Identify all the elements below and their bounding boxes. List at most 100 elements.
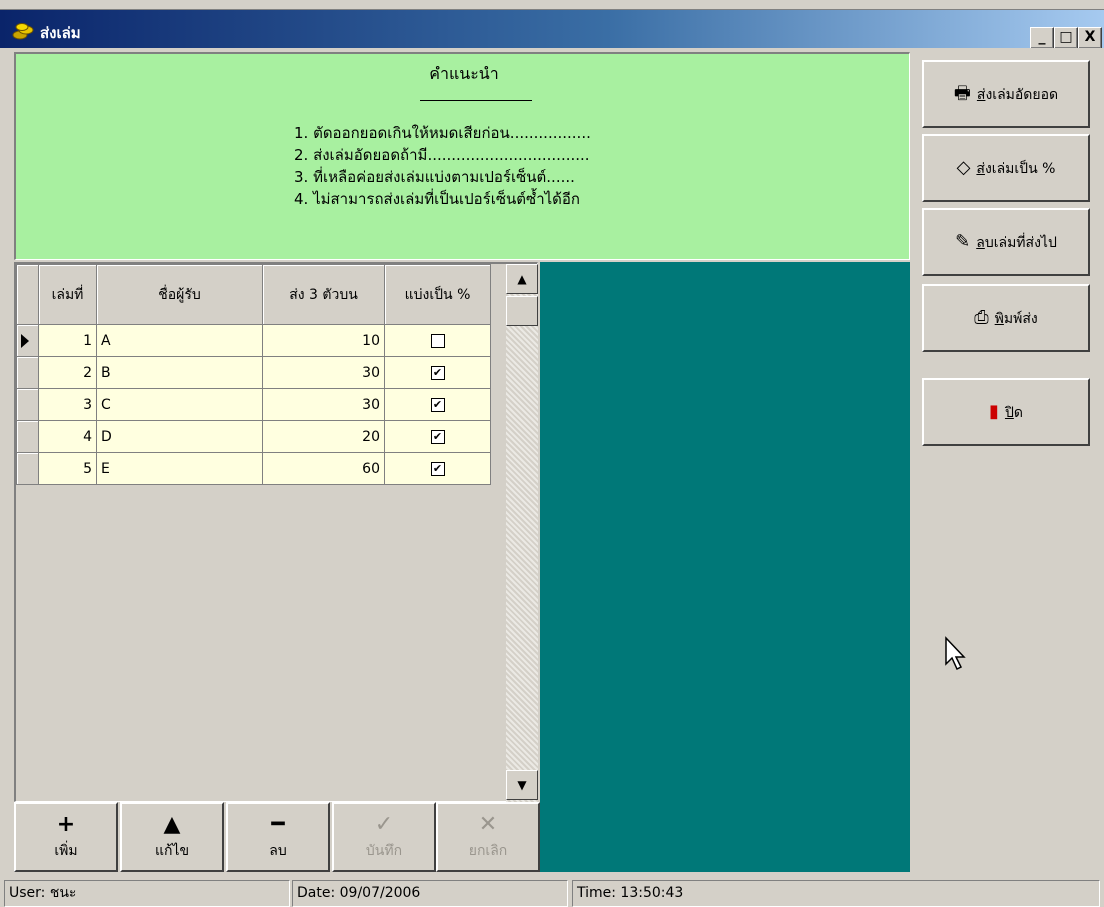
instructions-list: 1. ตัดออกยอดเกินให้หมดเสียก่อน..........… xyxy=(294,122,591,210)
delete-button[interactable]: ━ ลบ xyxy=(226,802,330,872)
status-time: Time: 13:50:43 xyxy=(572,880,1100,907)
cell-amount[interactable]: 20 xyxy=(262,420,385,453)
column-header-amount[interactable]: ส่ง 3 ตัวบน xyxy=(262,264,385,325)
instruction-item: 1. ตัดออกยอดเกินให้หมดเสียก่อน..........… xyxy=(294,124,591,142)
instruction-item: 4. ไม่สามารถส่งเล่มที่เป็นเปอร์เซ็นต์ซ้ำ… xyxy=(294,190,581,208)
cross-icon: ✕ xyxy=(478,812,498,837)
column-header-percent[interactable]: แบ่งเป็น % xyxy=(384,264,491,325)
column-header-no[interactable]: เล่มที่ xyxy=(38,264,97,325)
close-label: ิด xyxy=(1013,405,1023,421)
scroll-thumb[interactable] xyxy=(506,296,538,326)
print-shortcut: พ xyxy=(994,311,1004,327)
percent-checkbox[interactable] xyxy=(430,333,445,348)
cell-amount[interactable]: 60 xyxy=(262,452,385,485)
table-row[interactable]: 2 B 30 ✔ xyxy=(16,356,491,389)
row-indicator[interactable] xyxy=(16,420,39,453)
cell-no[interactable]: 3 xyxy=(38,388,97,421)
cell-amount[interactable]: 30 xyxy=(262,356,385,389)
row-indicator[interactable] xyxy=(16,324,39,357)
row-indicator[interactable] xyxy=(16,388,39,421)
send-fixed-label: ่งเล่มอัดยอด xyxy=(985,87,1059,103)
percent-checkbox[interactable]: ✔ xyxy=(430,365,445,380)
percent-checkbox[interactable]: ✔ xyxy=(430,461,445,476)
cell-no[interactable]: 4 xyxy=(38,420,97,453)
send-fixed-button[interactable]: 🖶 ส่งเล่มอัดยอด xyxy=(922,60,1090,128)
print-label: ิมพ์ส่ง xyxy=(1003,311,1038,327)
save-button[interactable]: ✓ บันทึก xyxy=(332,802,436,872)
cell-name[interactable]: A xyxy=(96,324,263,357)
edit-arrow-icon: ▲ xyxy=(163,812,181,837)
close-shortcut: ป xyxy=(1004,405,1014,421)
save-label: บันทึก xyxy=(365,843,403,859)
scroll-up-arrow-icon[interactable]: ▲ xyxy=(506,264,538,294)
edit-label: แก้ไข xyxy=(154,843,190,859)
remove-sent-button[interactable]: ✎ ลบเล่มที่ส่งไป xyxy=(922,208,1090,276)
status-user: User: ชนะ xyxy=(4,880,290,907)
cell-name[interactable]: D xyxy=(96,420,263,453)
current-row-arrow-icon xyxy=(21,333,29,348)
send-percent-label: ่งเล่มเป็น % xyxy=(984,161,1056,177)
add-button[interactable]: + เพิ่ม xyxy=(14,802,118,872)
table-row[interactable]: 5 E 60 ✔ xyxy=(16,452,491,485)
door-icon: ▮ xyxy=(989,401,999,422)
cell-name[interactable]: E xyxy=(96,452,263,485)
book-icon: ◇ xyxy=(956,157,971,178)
check-icon: ✓ xyxy=(374,812,394,837)
cell-name[interactable]: C xyxy=(96,388,263,421)
teal-panel xyxy=(540,262,910,872)
minus-icon: ━ xyxy=(271,812,285,837)
maximize-button[interactable]: □ xyxy=(1054,27,1078,49)
row-indicator[interactable] xyxy=(16,356,39,389)
table-row[interactable]: 4 D 20 ✔ xyxy=(16,420,491,453)
cell-no[interactable]: 1 xyxy=(38,324,97,357)
add-label: เพิ่ม xyxy=(54,843,78,859)
cell-percent[interactable]: ✔ xyxy=(384,356,491,389)
print-button[interactable]: ⎙ พิมพ์ส่ง xyxy=(922,284,1090,352)
printer-icon: 🖶 xyxy=(953,83,971,104)
column-header-name[interactable]: ชื่อผู้รับ xyxy=(96,264,263,325)
cell-amount[interactable]: 30 xyxy=(262,388,385,421)
vertical-scrollbar[interactable]: ▲ ▼ xyxy=(506,264,538,802)
grid-navigator: + เพิ่ม ▲ แก้ไข ━ ลบ ✓ บันทึก ✕ ยกเลิก xyxy=(14,802,540,872)
row-indicator[interactable] xyxy=(16,452,39,485)
cancel-label: ยกเลิก xyxy=(468,843,508,859)
delete-label: ลบ xyxy=(269,843,287,859)
grid-header-row: เล่มที่ ชื่อผู้รับ ส่ง 3 ตัวบน แบ่งเป็น … xyxy=(16,264,491,325)
minimize-button[interactable]: _ xyxy=(1030,27,1054,49)
mouse-cursor-icon xyxy=(945,636,966,671)
top-strip xyxy=(0,0,1104,10)
title-bar: ส่งเล่ม _ □ X xyxy=(0,10,1104,49)
print-icon: ⎙ xyxy=(974,307,989,328)
instruction-item: 3. ที่เหลือค่อยส่งเล่มแบ่งตามเปอร์เซ็นต์… xyxy=(294,168,575,186)
cell-percent[interactable]: ✔ xyxy=(384,452,491,485)
percent-checkbox[interactable]: ✔ xyxy=(430,429,445,444)
cell-percent[interactable] xyxy=(384,324,491,357)
status-bar: User: ชนะ Date: 09/07/2006 Time: 13:50:4… xyxy=(0,876,1104,907)
data-grid: เล่มที่ ชื่อผู้รับ ส่ง 3 ตัวบน แบ่งเป็น … xyxy=(14,262,538,802)
cancel-button[interactable]: ✕ ยกเลิก xyxy=(436,802,540,872)
close-button[interactable]: ▮ ปิด xyxy=(922,378,1090,446)
instruction-item: 2. ส่งเล่มอัดยอดถ้ามี...................… xyxy=(294,146,590,164)
percent-checkbox[interactable]: ✔ xyxy=(430,397,445,412)
close-window-button[interactable]: X xyxy=(1078,27,1102,49)
scroll-down-arrow-icon[interactable]: ▼ xyxy=(506,770,538,800)
coins-icon xyxy=(12,23,34,40)
indicator-header xyxy=(16,264,39,325)
cell-no[interactable]: 2 xyxy=(38,356,97,389)
remove-sent-label: บเล่มที่ส่งไป xyxy=(984,235,1057,251)
table-row[interactable]: 1 A 10 xyxy=(16,324,491,357)
cell-no[interactable]: 5 xyxy=(38,452,97,485)
instructions-panel: คำแนะนำ 1. ตัดออกยอดเกินให้หมดเสียก่อน..… xyxy=(14,52,910,260)
remove-sent-shortcut: ล xyxy=(976,235,985,251)
cell-percent[interactable]: ✔ xyxy=(384,388,491,421)
grid-table: เล่มที่ ชื่อผู้รับ ส่ง 3 ตัวบน แบ่งเป็น … xyxy=(16,264,491,485)
send-percent-button[interactable]: ◇ ส่งเล่มเป็น % xyxy=(922,134,1090,202)
edit-button[interactable]: ▲ แก้ไข xyxy=(120,802,224,872)
cell-amount[interactable]: 10 xyxy=(262,324,385,357)
instructions-underline xyxy=(420,100,532,101)
instructions-title: คำแนะนำ xyxy=(429,64,499,83)
window-title: ส่งเล่ม xyxy=(40,24,81,42)
cell-name[interactable]: B xyxy=(96,356,263,389)
cell-percent[interactable]: ✔ xyxy=(384,420,491,453)
table-row[interactable]: 3 C 30 ✔ xyxy=(16,388,491,421)
